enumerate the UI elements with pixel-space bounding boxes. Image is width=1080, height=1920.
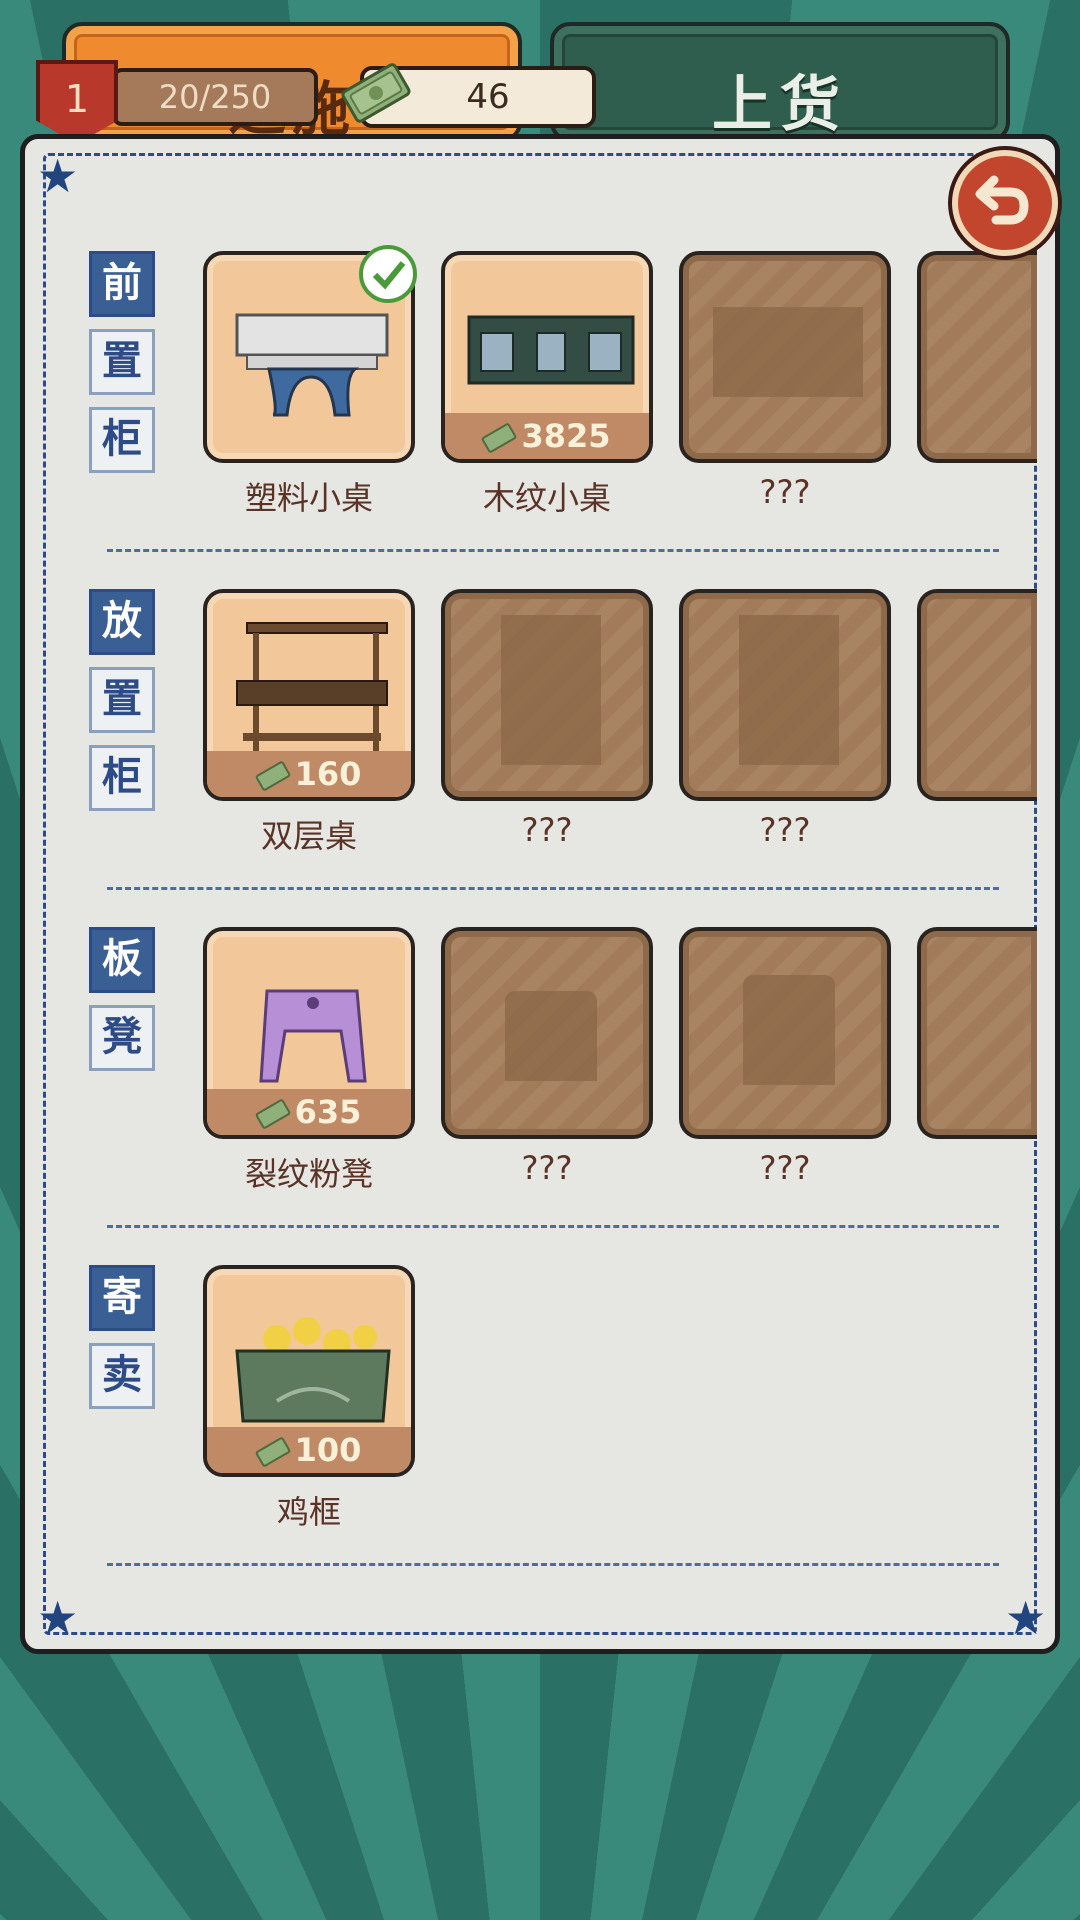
item-card-locked[interactable] (679, 589, 891, 801)
category-label-char: 寄 (89, 1265, 155, 1331)
item-price: 160 (207, 751, 411, 797)
category-label-char: 凳 (89, 1005, 155, 1071)
category-label-char: 卖 (89, 1343, 155, 1409)
tab-restock[interactable]: 上货 (550, 22, 1010, 142)
category-label-char: 置 (89, 329, 155, 395)
category-label-char: 前 (89, 251, 155, 317)
locked-silhouette (743, 975, 835, 1085)
item-name: ??? (759, 1149, 811, 1187)
item-name: 塑料小桌 (244, 479, 373, 517)
item-card-locked[interactable] (441, 927, 653, 1139)
checkmark-icon (359, 245, 417, 303)
category-label: 板 凳 (89, 927, 155, 1083)
category-label-char: 柜 (89, 745, 155, 811)
category-label: 放 置 柜 (89, 589, 155, 823)
item-card[interactable]: 100 (203, 1265, 415, 1477)
category-label-char: 置 (89, 667, 155, 733)
item-name: ??? (521, 1149, 573, 1187)
category-label: 前 置 柜 (89, 251, 155, 485)
money-bill-icon (254, 1098, 291, 1130)
item-price: 100 (207, 1427, 411, 1473)
money-bill-icon (481, 422, 518, 454)
item-card-locked[interactable] (441, 589, 653, 801)
star-icon: ★ (37, 1591, 79, 1645)
item-card-locked[interactable] (679, 927, 891, 1139)
back-button[interactable] (952, 150, 1058, 256)
locked-silhouette (505, 991, 597, 1081)
star-icon: ★ (1005, 1591, 1047, 1645)
star-icon: ★ (37, 149, 79, 203)
item-price-value: 100 (294, 1431, 362, 1469)
category-label-char: 板 (89, 927, 155, 993)
row-divider (107, 1563, 999, 1566)
money-bill-icon (254, 760, 291, 792)
item-card-locked[interactable] (679, 251, 891, 463)
level-value: 1 (64, 77, 90, 121)
item-price: 3825 (445, 413, 649, 459)
tab-restock-label: 上货 (712, 70, 848, 140)
locked-silhouette (713, 307, 863, 397)
item-card-locked[interactable] (917, 927, 1037, 1139)
item-card-locked[interactable] (917, 589, 1037, 801)
item-card[interactable]: 160 (203, 589, 415, 801)
row-divider (107, 1225, 999, 1228)
item-name: 双层桌 (260, 817, 357, 855)
money-value: 46 (466, 77, 510, 117)
category-label: 寄 卖 (89, 1265, 155, 1421)
item-price-value: 635 (294, 1093, 362, 1131)
experience-value: 20/250 (158, 78, 272, 116)
category-label-char: 柜 (89, 407, 155, 473)
item-price-value: 3825 (521, 417, 611, 455)
item-price: 635 (207, 1089, 411, 1135)
item-name: 裂纹粉凳 (244, 1155, 373, 1193)
row-divider (107, 549, 999, 552)
item-name: ??? (759, 811, 811, 849)
item-name: 木纹小桌 (482, 479, 611, 517)
item-card[interactable]: 635 (203, 927, 415, 1139)
back-arrow-icon (975, 175, 1029, 225)
item-price-value: 160 (294, 755, 362, 793)
item-name: ??? (521, 811, 573, 849)
row-divider (107, 887, 999, 890)
item-name: 鸡框 (276, 1493, 341, 1531)
category-label-char: 放 (89, 589, 155, 655)
shop-panel: ★ ★ ★ 前 置 柜 塑料小桌 3825 木纹小桌 ??? 放 置 柜 160… (20, 134, 1060, 1654)
item-name: ??? (759, 473, 811, 511)
experience-bar: 20/250 (112, 68, 318, 126)
item-card[interactable]: 3825 (441, 251, 653, 463)
locked-silhouette (501, 615, 601, 765)
money-bill-icon (254, 1436, 291, 1468)
item-card-locked[interactable] (917, 251, 1037, 463)
locked-silhouette (739, 615, 839, 765)
